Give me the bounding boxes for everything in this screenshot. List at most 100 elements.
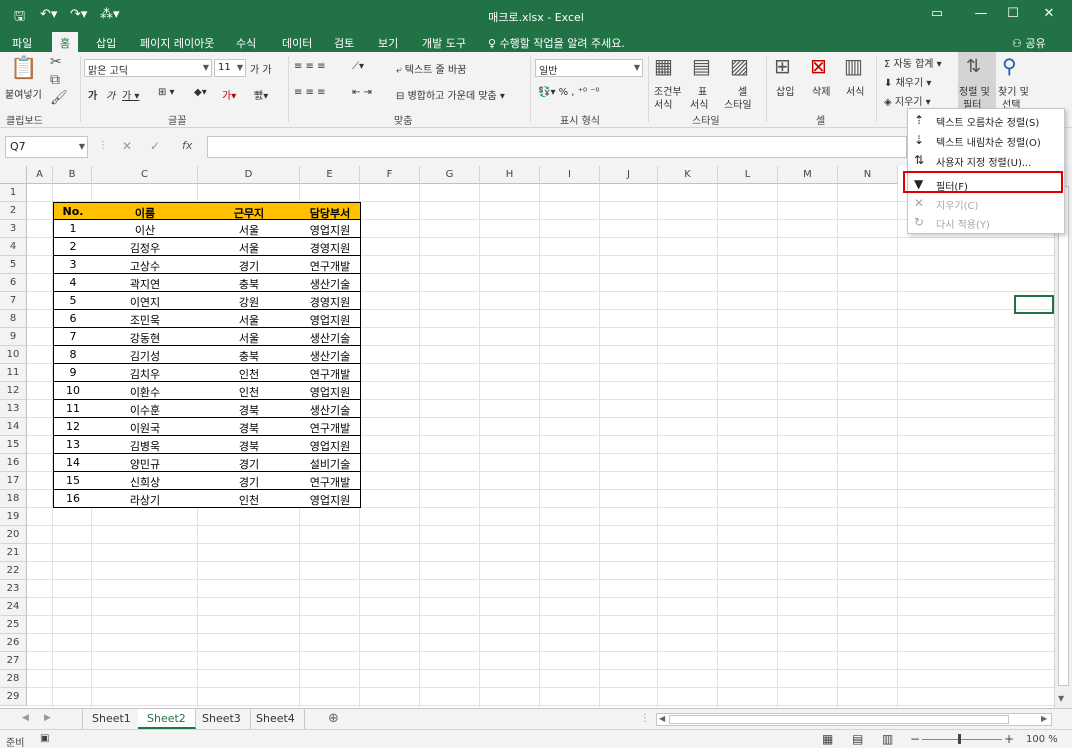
table-header-cell[interactable]: No. — [53, 202, 93, 220]
tab-developer[interactable]: 개발 도구 — [422, 35, 466, 51]
row-header[interactable]: 2 — [0, 202, 27, 220]
ribbon-display-options-icon[interactable]: ▭ — [922, 6, 952, 21]
align-left-icon[interactable]: ≡ ≡ ≡ — [294, 87, 326, 98]
table-cell[interactable]: 영업지원 — [300, 220, 361, 238]
table-cell[interactable]: 이원국 — [92, 418, 199, 436]
table-cell[interactable]: 경북 — [198, 400, 301, 418]
column-header[interactable]: D — [198, 166, 300, 184]
table-cell[interactable]: 영업지원 — [300, 490, 361, 508]
sort-filter-button[interactable]: ⇅ 정렬 및 필터 — [958, 52, 996, 111]
tab-formulas[interactable]: 수식 — [236, 35, 256, 51]
orientation-icon[interactable]: ⟋▾ — [352, 61, 364, 72]
table-cell[interactable]: 서울 — [198, 238, 301, 256]
table-cell[interactable]: 연구개발 — [300, 418, 361, 436]
format-cells-label[interactable]: 서식 — [846, 83, 864, 98]
table-cell[interactable]: 영업지원 — [300, 310, 361, 328]
row-header[interactable]: 3 — [0, 220, 27, 238]
table-cell[interactable]: 경기 — [198, 256, 301, 274]
scroll-down-icon[interactable]: ▼ — [1058, 694, 1064, 703]
table-cell[interactable]: 10 — [53, 382, 93, 400]
column-header[interactable]: F — [360, 166, 420, 184]
table-cell[interactable]: 라상기 — [92, 490, 199, 508]
align-top-icon[interactable]: ≡ ≡ ≡ — [294, 61, 326, 72]
table-cell[interactable]: 이환수 — [92, 382, 199, 400]
scroll-right-icon[interactable]: ▶ — [1041, 714, 1047, 723]
font-color-icon[interactable]: 가▾ — [222, 87, 236, 102]
conditional-format-label-2[interactable]: 서식 — [654, 96, 672, 111]
macro-record-icon[interactable]: ▣ — [40, 733, 49, 744]
cut-icon[interactable]: ✂ — [50, 54, 62, 70]
selected-cell-q7[interactable] — [1014, 295, 1054, 314]
next-sheet-icon[interactable]: ▶ — [44, 713, 51, 723]
row-header[interactable]: 21 — [0, 544, 27, 562]
column-header[interactable]: G — [420, 166, 480, 184]
row-header[interactable]: 25 — [0, 616, 27, 634]
autosum-button[interactable]: Σ 자동 합계 ▾ — [884, 55, 942, 70]
table-cell[interactable]: 이연지 — [92, 292, 199, 310]
zoom-out-icon[interactable]: − — [910, 732, 920, 746]
table-format-icon[interactable]: ▤ — [692, 54, 711, 78]
select-all-corner[interactable] — [0, 166, 27, 184]
column-header[interactable]: I — [540, 166, 600, 184]
page-break-view-icon[interactable]: ▥ — [882, 732, 893, 746]
row-header[interactable]: 1 — [0, 184, 27, 202]
scroll-left-icon[interactable]: ◀ — [659, 714, 665, 723]
table-cell[interactable]: 15 — [53, 472, 93, 490]
find-magnifier-icon[interactable]: ⚲ — [1002, 54, 1017, 78]
table-cell[interactable]: 김병욱 — [92, 436, 199, 454]
table-cell[interactable]: 4 — [53, 274, 93, 292]
table-cell[interactable]: 충북 — [198, 274, 301, 292]
prev-sheet-icon[interactable]: ◀ — [22, 713, 29, 723]
menu-item-clear[interactable]: ✕ 지우기(C) — [908, 194, 1064, 213]
column-header[interactable]: C — [92, 166, 198, 184]
format-painter-icon[interactable]: 🖌 — [50, 90, 68, 106]
table-cell[interactable]: 서울 — [198, 328, 301, 346]
table-cell[interactable]: 영업지원 — [300, 436, 361, 454]
sheet-tab-4[interactable]: Sheet4 — [247, 709, 305, 729]
currency-icon[interactable]: 💱▾ % , ⁺⁰ ⁻⁰ — [538, 87, 599, 98]
table-cell[interactable]: 신희상 — [92, 472, 199, 490]
delete-cells-icon[interactable]: ⊠ — [810, 54, 827, 78]
delete-cells-label[interactable]: 삭제 — [812, 83, 830, 98]
table-cell[interactable]: 김기성 — [92, 346, 199, 364]
table-cell[interactable]: 연구개발 — [300, 256, 361, 274]
merge-center-button[interactable]: ⊟ 병합하고 가운데 맞춤 ▾ — [396, 87, 505, 102]
row-header[interactable]: 27 — [0, 652, 27, 670]
close-button[interactable]: ✕ — [1034, 6, 1064, 21]
table-cell[interactable]: 11 — [53, 400, 93, 418]
table-cell[interactable]: 생산기술 — [300, 400, 361, 418]
table-cell[interactable]: 서울 — [198, 220, 301, 238]
row-header[interactable]: 29 — [0, 688, 27, 706]
scroll-thumb[interactable] — [1058, 186, 1069, 686]
tab-file[interactable]: 파일 — [12, 35, 32, 51]
table-cell[interactable]: 곽지연 — [92, 274, 199, 292]
table-cell[interactable]: 영업지원 — [300, 382, 361, 400]
maximize-button[interactable]: ☐ — [998, 6, 1028, 21]
table-cell[interactable]: 생산기술 — [300, 328, 361, 346]
column-header[interactable]: J — [600, 166, 658, 184]
row-header[interactable]: 8 — [0, 310, 27, 328]
row-header[interactable]: 19 — [0, 508, 27, 526]
tab-view[interactable]: 보기 — [378, 35, 398, 51]
menu-item-reapply[interactable]: ↻ 다시 적용(Y) — [908, 213, 1064, 232]
row-header[interactable]: 24 — [0, 598, 27, 616]
font-name-select[interactable]: 맑은 고딕 ▼ — [84, 59, 212, 77]
cancel-icon[interactable]: ✕ — [122, 139, 132, 153]
table-cell[interactable]: 경북 — [198, 436, 301, 454]
zoom-slider[interactable] — [922, 739, 1002, 740]
column-header[interactable]: M — [778, 166, 838, 184]
row-header[interactable]: 15 — [0, 436, 27, 454]
column-header[interactable]: E — [300, 166, 360, 184]
cell-style-icon[interactable]: ▨ — [730, 54, 749, 78]
row-header[interactable]: 17 — [0, 472, 27, 490]
row-header[interactable]: 23 — [0, 580, 27, 598]
table-cell[interactable]: 14 — [53, 454, 93, 472]
table-cell[interactable]: 경기 — [198, 472, 301, 490]
enter-check-icon[interactable]: ✓ — [150, 139, 160, 153]
table-cell[interactable]: 생산기술 — [300, 346, 361, 364]
paste-icon[interactable]: 📋 — [8, 56, 40, 81]
table-cell[interactable]: 5 — [53, 292, 93, 310]
zoom-in-icon[interactable]: + — [1004, 732, 1014, 746]
table-cell[interactable]: 이산 — [92, 220, 199, 238]
zoom-slider-handle[interactable] — [958, 734, 961, 744]
